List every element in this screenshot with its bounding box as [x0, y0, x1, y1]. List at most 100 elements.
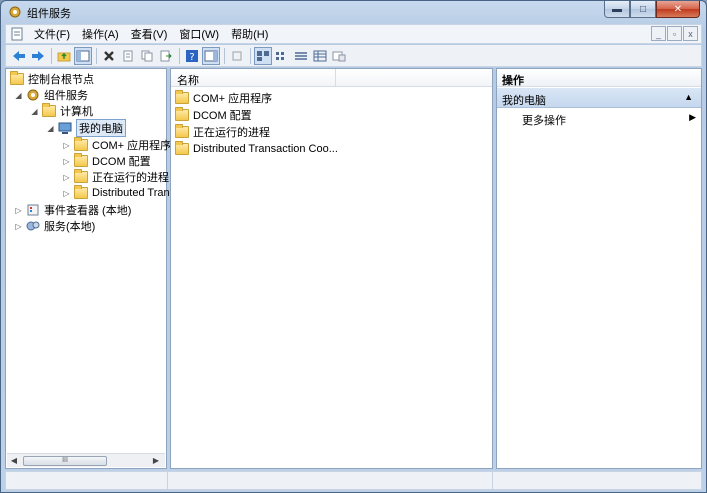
component-services-icon [27, 89, 39, 101]
folder-icon [74, 185, 88, 199]
collapsed-arrow-icon[interactable]: ▷ [62, 141, 71, 150]
more-actions-item[interactable]: 更多操作 ▶ [522, 112, 700, 128]
title-bar[interactable]: 组件服务 ▬ □ ✕ [1, 1, 706, 23]
actions-pane: 操作 我的电脑 ▲ 更多操作 ▶ [496, 68, 702, 469]
tree-node-complus[interactable]: ▷ COM+ 应用程序 [62, 137, 171, 153]
folder-icon [175, 124, 189, 138]
help-icon[interactable]: ? [183, 47, 201, 65]
tree-node-services[interactable]: ▷ 服务(本地) [14, 218, 95, 234]
tree-node-computers[interactable]: ◢ 计算机 [30, 103, 93, 119]
list-item-label: COM+ 应用程序 [193, 93, 273, 105]
mdi-close-button[interactable]: x [683, 26, 698, 41]
column-name-header[interactable]: 名称 [171, 69, 336, 87]
collapsed-arrow-icon[interactable]: ▷ [14, 222, 23, 231]
configure-icon[interactable] [330, 47, 348, 65]
tree-node-running-processes[interactable]: ▷ 正在运行的进程 [62, 169, 169, 185]
collapsed-arrow-icon[interactable]: ▷ [62, 173, 71, 182]
collapsed-arrow-icon[interactable]: ▷ [14, 206, 23, 215]
collapsed-arrow-icon[interactable]: ▷ [62, 189, 71, 198]
collapsed-arrow-icon[interactable]: ▷ [62, 157, 71, 166]
expanded-arrow-icon[interactable]: ◢ [14, 91, 23, 100]
back-icon[interactable] [10, 47, 28, 65]
mdi-restore-button[interactable]: ▫ [667, 26, 682, 41]
forward-icon[interactable] [29, 47, 47, 65]
list-item[interactable]: DCOM 配置 [175, 107, 252, 123]
mdi-minimize-button[interactable]: _ [651, 26, 666, 41]
status-cell [6, 472, 168, 489]
toolbar-separator [96, 47, 97, 64]
tree-node-label: 事件查看器 (本地) [44, 205, 132, 217]
horizontal-scrollbar[interactable]: ◀ III ▶ [7, 453, 165, 467]
tree-node-dcom[interactable]: ▷ DCOM 配置 [62, 153, 151, 169]
tree-node-my-computer[interactable]: ◢ 我的电脑 [46, 119, 126, 137]
copy-icon[interactable] [138, 47, 156, 65]
toolbar-separator [250, 47, 251, 64]
list-item[interactable]: Distributed Transaction Coo... [175, 141, 338, 157]
expanded-arrow-icon[interactable]: ◢ [30, 107, 39, 116]
menu-help[interactable]: 帮助(H) [225, 26, 274, 42]
small-icons-view-icon[interactable] [273, 47, 291, 65]
tree-node-label: 我的电脑 [76, 119, 126, 137]
toolbar-separator [179, 47, 180, 64]
status-cell [168, 472, 493, 489]
menu-window[interactable]: 窗口(W) [173, 26, 225, 42]
status-cell [493, 472, 701, 489]
tree-node-label: 组件服务 [44, 90, 88, 102]
scroll-thumb[interactable]: III [23, 456, 107, 466]
results-list: 名称 COM+ 应用程序 DCOM 配置 正在运行的进程 Distributed… [170, 68, 493, 469]
tree-node-label: 服务(本地) [44, 221, 96, 233]
folder-icon [175, 107, 189, 121]
tree-node-label: Distributed Tran [92, 187, 170, 199]
console-tree: 控制台根节点 ◢ 组件服务 ◢ 计算机 ◢ 我的电脑 ▷ COM+ 应用程序 ▷… [5, 68, 171, 469]
actions-section-my-computer[interactable]: 我的电脑 ▲ [497, 88, 701, 108]
tree-node-dtc[interactable]: ▷ Distributed Tran [62, 185, 170, 201]
event-viewer-icon [27, 204, 39, 216]
folder-icon [175, 90, 189, 104]
details-view-icon[interactable] [311, 47, 329, 65]
list-item[interactable]: COM+ 应用程序 [175, 90, 272, 106]
list-item[interactable]: 正在运行的进程 [175, 124, 270, 140]
list-item-label: 正在运行的进程 [193, 127, 270, 139]
show-hide-tree-icon[interactable] [74, 46, 92, 65]
window-title: 组件服务 [27, 8, 71, 20]
app-window: 组件服务 ▬ □ ✕ 文件(F) 操作(A) 查看(V) 窗口(W) 帮助(H)… [0, 0, 707, 493]
toolbar: ? [5, 45, 702, 67]
properties-icon[interactable] [119, 47, 137, 65]
list-view-icon[interactable] [292, 47, 310, 65]
computer-icon [58, 122, 72, 134]
tree-node-component-services[interactable]: ◢ 组件服务 [14, 87, 88, 103]
folder-icon [175, 141, 189, 155]
expanded-arrow-icon[interactable]: ◢ [46, 124, 55, 133]
menu-bar: 文件(F) 操作(A) 查看(V) 窗口(W) 帮助(H) _ ▫ x [5, 24, 702, 44]
scroll-left-icon[interactable]: ◀ [7, 456, 21, 465]
menu-action[interactable]: 操作(A) [76, 26, 125, 42]
action-pane-icon[interactable] [202, 46, 220, 65]
delete-icon[interactable] [100, 47, 118, 65]
minimize-button[interactable]: ▬ [604, 1, 630, 18]
stop-icon[interactable] [228, 47, 246, 65]
status-bar [5, 471, 702, 490]
tree-node-event-viewer[interactable]: ▷ 事件查看器 (本地) [14, 202, 131, 218]
up-folder-icon[interactable] [55, 47, 73, 65]
svg-text:?: ? [189, 52, 194, 63]
list-item-label: Distributed Transaction Coo... [193, 143, 338, 155]
folder-icon [42, 103, 56, 117]
menu-file[interactable]: 文件(F) [28, 26, 76, 42]
tree-node-root[interactable]: 控制台根节点 [10, 71, 94, 87]
maximize-button[interactable]: □ [630, 1, 656, 18]
more-actions-label: 更多操作 [522, 115, 566, 127]
tree-node-label: DCOM 配置 [92, 156, 151, 168]
toolbar-separator [224, 47, 225, 64]
menu-view[interactable]: 查看(V) [125, 26, 174, 42]
services-icon [26, 221, 40, 231]
document-icon[interactable] [10, 27, 24, 41]
scroll-right-icon[interactable]: ▶ [149, 456, 163, 465]
tree-node-label: 计算机 [60, 106, 93, 118]
close-button[interactable]: ✕ [656, 1, 700, 18]
export-list-icon[interactable] [157, 47, 175, 65]
tree-node-label: 控制台根节点 [28, 74, 94, 86]
large-icons-view-icon[interactable] [254, 46, 272, 65]
submenu-arrow-icon: ▶ [689, 112, 696, 122]
folder-icon [10, 71, 24, 85]
collapse-caret-icon[interactable]: ▲ [684, 92, 693, 102]
